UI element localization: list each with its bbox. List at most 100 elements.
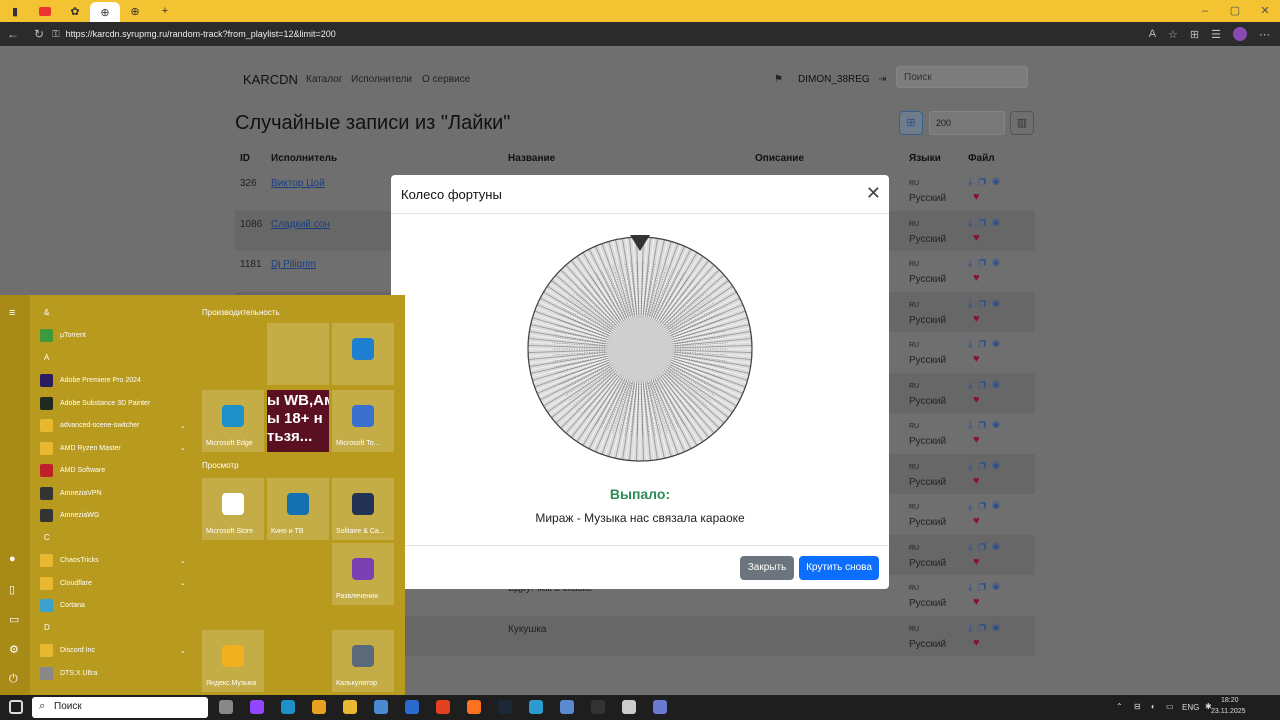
back-icon[interactable]: ← [0,27,26,41]
row-artist-link[interactable]: Dj Piligrim [271,259,316,270]
chevron-down-icon[interactable]: ⌄ [180,647,186,655]
start-tile[interactable] [267,323,329,385]
copy-icon[interactable]: ❐ [978,177,992,188]
download-icon[interactable]: ⤓ [968,501,978,512]
copy-icon[interactable]: ❐ [978,380,992,391]
heart-icon[interactable]: ♥ [973,637,980,649]
start-tile[interactable]: Яндекс.Музыка [202,630,264,692]
copy-icon[interactable]: ❐ [978,420,992,431]
sidebar-toggle-icon[interactable]: ▮ [0,0,30,22]
close-icon[interactable]: ✕ [866,183,881,203]
download-icon[interactable]: ⤓ [968,299,978,310]
app-item[interactable]: Cortana [40,596,190,616]
view-icon[interactable]: ◉ [992,258,1006,269]
download-icon[interactable]: ⤓ [968,542,978,553]
view-icon[interactable]: ◉ [992,582,1006,593]
taskbar-app-icon[interactable] [529,700,543,714]
copy-icon[interactable]: ❐ [978,542,992,553]
tab-active[interactable]: ⊕ [90,2,120,22]
heart-icon[interactable]: ♥ [973,313,980,325]
battery-icon[interactable]: ▭ [1166,702,1174,711]
heart-icon[interactable]: ♥ [973,596,980,608]
limit-input[interactable]: 200 [929,111,1005,135]
settings-icon[interactable]: ⚙ [9,643,19,656]
promo-tile[interactable]: ы WB,Ам ы 18+ н тьзя... [267,390,329,452]
taskbar-app-icon[interactable] [250,700,264,714]
power-icon[interactable]: ⏻ [9,673,18,686]
user-name[interactable]: DIMON_38REG [798,74,870,85]
heart-icon[interactable]: ♥ [973,272,980,284]
lock-icon[interactable]: ⚿ [52,29,60,40]
view-icon[interactable]: ◉ [992,177,1006,188]
avatar[interactable]: ● [9,553,16,565]
clock-time[interactable]: 18:20 [1221,697,1239,704]
taskbar-app-icon[interactable] [374,700,388,714]
app-group-letter[interactable]: & [44,308,49,317]
favorites-list-icon[interactable]: ☰ [1211,28,1221,41]
view-icon[interactable]: ◉ [992,339,1006,350]
app-item[interactable]: AmneziaVPN [40,483,190,503]
app-item[interactable]: AMD Software [40,461,190,481]
hamburger-icon[interactable]: ≡ [9,307,15,319]
download-icon[interactable]: ⤓ [968,582,978,593]
heart-icon[interactable]: ♥ [973,475,980,487]
taskbar-app-icon[interactable] [312,700,326,714]
spin-again-button[interactable]: Крутить снова [799,556,879,580]
app-folder[interactable]: Cloudflare ⌄ [40,573,190,593]
app-folder[interactable]: advanced-scene-switcher ⌄ [40,416,190,436]
taskbar-app-icon[interactable] [436,700,450,714]
collections-icon[interactable]: ⊞ [1190,28,1199,41]
download-icon[interactable]: ⤓ [968,461,978,472]
taskbar-app-icon[interactable] [498,700,512,714]
volume-icon[interactable]: ◖ [1150,702,1155,711]
download-icon[interactable]: ⤓ [968,218,978,229]
keyboard-lang[interactable]: ENG [1182,703,1199,712]
gift-icon[interactable]: ⊞ [899,111,923,135]
start-tile[interactable]: Solitaire & Ca... [332,478,394,540]
menu-icon[interactable]: ⋯ [1259,28,1270,41]
columns-icon[interactable]: ▥ [1010,111,1034,135]
profile-avatar[interactable] [1233,27,1247,41]
site-search-input[interactable]: Поиск [896,66,1028,88]
site-brand[interactable]: KARCDN [243,72,298,87]
nav-artists[interactable]: Исполнители [351,74,412,85]
download-icon[interactable]: ⤓ [968,177,978,188]
chevron-down-icon[interactable]: ⌄ [180,557,186,565]
start-tile[interactable]: Microsoft To... [332,390,394,452]
app-item[interactable]: Adobe Premiere Pro 2024 [40,371,190,391]
start-tile[interactable]: Развлечения [332,543,394,605]
copy-icon[interactable]: ❐ [978,582,992,593]
view-icon[interactable]: ◉ [992,218,1006,229]
heart-icon[interactable]: ♥ [973,191,980,203]
copy-icon[interactable]: ❐ [978,299,992,310]
reload-icon[interactable]: ↻ [26,27,52,41]
taskbar-app-icon[interactable] [653,700,667,714]
copy-icon[interactable]: ❐ [978,623,992,634]
pictures-icon[interactable]: ▭ [9,613,19,626]
start-tile[interactable]: Microsoft Store [202,478,264,540]
app-item[interactable]: AmneziaWG [40,506,190,526]
start-tile[interactable]: Калькулятор [332,630,394,692]
copy-icon[interactable]: ❐ [978,258,992,269]
start-tile[interactable]: Кино и ТВ [267,478,329,540]
url-field[interactable]: https://karcdn.syrupmg.ru/random-track?f… [66,29,336,39]
taskbar-search-input[interactable]: ⌕ Поиск [32,697,208,718]
clock-date[interactable]: 23.11.2025 [1211,708,1246,715]
read-aloud-icon[interactable]: A [1149,28,1156,40]
chevron-down-icon[interactable]: ⌄ [180,579,186,587]
tab-site[interactable]: ✿ [60,0,90,22]
view-icon[interactable]: ◉ [992,542,1006,553]
bookmark-icon[interactable]: ⚑ [774,74,783,85]
taskbar-app-icon[interactable] [219,700,233,714]
tray-chevron-icon[interactable]: ⌃ [1116,702,1123,711]
new-tab-button[interactable]: + [150,0,180,22]
view-icon[interactable]: ◉ [992,420,1006,431]
close-button[interactable]: Закрыть [740,556,794,580]
heart-icon[interactable]: ♥ [973,353,980,365]
taskbar-app-icon[interactable] [622,700,636,714]
tab-globe[interactable]: ⊕ [120,0,150,22]
app-group-letter[interactable]: C [44,533,50,542]
app-folder[interactable]: ChaosTricks ⌄ [40,551,190,571]
app-folder[interactable]: Discord Inc ⌄ [40,641,190,661]
minimize-icon[interactable]: – [1190,0,1220,22]
